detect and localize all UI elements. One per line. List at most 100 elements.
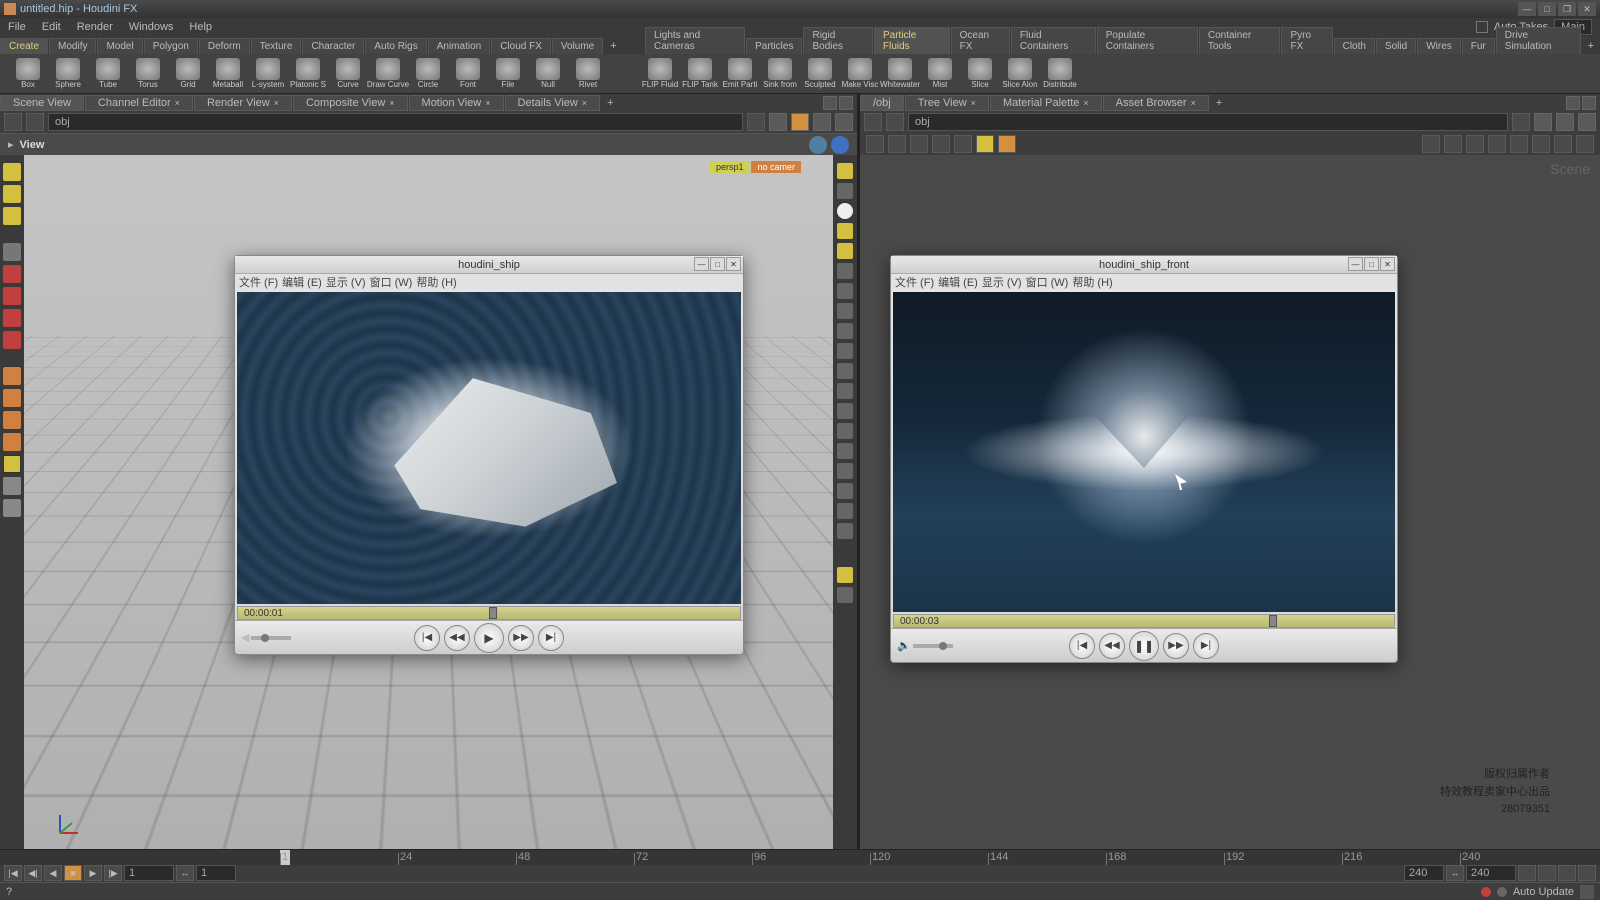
mplay1-play-button[interactable]: ▶ [474, 623, 504, 653]
pane-max-r-icon[interactable] [1582, 96, 1596, 110]
shelf-tool-flip-tank[interactable]: FLIP Tank [682, 57, 718, 91]
rotate-tool-icon[interactable] [3, 287, 21, 305]
frame-end-field[interactable]: 240 [1466, 865, 1516, 881]
handle-tool-icon[interactable] [3, 367, 21, 385]
disp-opt-18-icon[interactable] [837, 503, 853, 519]
menu-windows[interactable]: Windows [121, 21, 182, 33]
realtime-icon[interactable] [1518, 865, 1536, 881]
net-tool-r8-icon[interactable] [1576, 135, 1594, 153]
disp-opt-20-icon[interactable] [837, 567, 853, 583]
shelf-tab-particles[interactable]: Particles [746, 38, 802, 54]
back-icon[interactable] [747, 113, 765, 131]
net-tool-r2-icon[interactable] [1444, 135, 1462, 153]
disp-opt-19-icon[interactable] [837, 523, 853, 539]
net-tool-r3-icon[interactable] [1466, 135, 1484, 153]
shelf-tab-popcont[interactable]: Populate Containers [1097, 27, 1198, 54]
disp-opt-10-icon[interactable] [837, 343, 853, 359]
pin-icon[interactable] [4, 113, 22, 131]
select-tool-icon[interactable] [3, 163, 21, 181]
brush-tool-icon[interactable] [3, 207, 21, 225]
right-tab-add[interactable]: + [1210, 97, 1228, 109]
shelf-tab-fur[interactable]: Fur [1462, 38, 1495, 54]
range-lock-icon[interactable]: ↔ [176, 865, 194, 881]
restore-button[interactable]: ❐ [1558, 2, 1576, 16]
home-icon[interactable] [26, 113, 44, 131]
mplay1-menu-edit[interactable]: 编辑 (E) [282, 274, 322, 290]
shelf-tab-cloth[interactable]: Cloth [1334, 38, 1375, 54]
pose-tool-icon[interactable] [3, 331, 21, 349]
scene-viewport[interactable]: persp1 no camer houdini_ship — □ ✕ [24, 155, 833, 849]
net-tool-2-icon[interactable] [888, 135, 906, 153]
net-tool-r1-icon[interactable] [1422, 135, 1440, 153]
shelf-tool-l-system[interactable]: L-system [250, 57, 286, 91]
shelf-tool-slice-alon[interactable]: Slice Alon [1002, 57, 1038, 91]
menu-edit[interactable]: Edit [34, 21, 69, 33]
mplay1-max-button[interactable]: □ [710, 257, 725, 271]
key-icon[interactable] [1558, 865, 1576, 881]
nav-icon-1[interactable] [769, 113, 787, 131]
mplay1-prev-button[interactable]: ◀◀ [444, 625, 470, 651]
shelf-tab-wires[interactable]: Wires [1417, 38, 1461, 54]
menu-render[interactable]: Render [69, 21, 121, 33]
disp-opt-3-icon[interactable] [837, 203, 853, 219]
shelf-tab-pyrofx[interactable]: Pyro FX [1281, 27, 1332, 54]
snap-icon[interactable] [809, 136, 827, 154]
tab-render-view[interactable]: Render View× [194, 95, 292, 111]
range-start[interactable]: 1 [196, 865, 236, 881]
mplay-window-1[interactable]: houdini_ship — □ ✕ 文件 (F) 编辑 (E) 显示 (V) … [234, 255, 744, 655]
shelf-tab-deform[interactable]: Deform [199, 38, 250, 54]
help-icon[interactable] [831, 136, 849, 154]
shelf-tab-conttools[interactable]: Container Tools [1199, 27, 1281, 54]
shelf-tab-solid[interactable]: Solid [1376, 38, 1416, 54]
net-tool-r5-icon[interactable] [1510, 135, 1528, 153]
pin-r-icon[interactable] [864, 113, 882, 131]
tab-obj[interactable]: /obj [860, 95, 904, 111]
mplay1-menu-window[interactable]: 窗口 (W) [370, 274, 413, 290]
net-tool-r4-icon[interactable] [1488, 135, 1506, 153]
disp-opt-16-icon[interactable] [837, 463, 853, 479]
scale-tool-icon[interactable] [3, 309, 21, 327]
net-tool-6-icon[interactable] [976, 135, 994, 153]
disp-opt-7-icon[interactable] [837, 283, 853, 299]
mplay2-speaker-icon[interactable]: 🔈 [897, 639, 911, 652]
auto-update-menu[interactable]: Auto Update [1513, 886, 1574, 898]
shelf-tool-mist[interactable]: Mist [922, 57, 958, 91]
shelf-tool-distribute[interactable]: Distribute [1042, 57, 1078, 91]
play-stop-button[interactable]: ■ [64, 865, 82, 881]
view-arrow-icon[interactable]: ▸ [8, 138, 14, 151]
mplay1-close-button[interactable]: ✕ [726, 257, 741, 271]
shelf-tool-curve[interactable]: Curve [330, 57, 366, 91]
play-prevkey-button[interactable]: ◀| [24, 865, 42, 881]
disp-opt-13-icon[interactable] [837, 403, 853, 419]
peak-tool-icon[interactable] [3, 433, 21, 451]
path-field-left[interactable]: obj [48, 113, 743, 131]
range-lock2-icon[interactable]: ↔ [1446, 865, 1464, 881]
left-tab-add[interactable]: + [601, 97, 619, 109]
mplay1-titlebar[interactable]: houdini_ship — □ ✕ [235, 256, 743, 274]
net-tool-3-icon[interactable] [910, 135, 928, 153]
shelf-tab-lights[interactable]: Lights and Cameras [645, 27, 745, 54]
mplay2-video-area[interactable] [893, 292, 1395, 612]
mplay1-menu-help[interactable]: 帮助 (H) [416, 274, 456, 290]
disp-opt-6-icon[interactable] [837, 263, 853, 279]
close-button[interactable]: ✕ [1578, 2, 1596, 16]
shelf-tab-modify[interactable]: Modify [49, 38, 96, 54]
pane-opt-icon[interactable] [823, 96, 837, 110]
mplay1-video-area[interactable] [237, 292, 741, 604]
mplay2-prev-button[interactable]: ◀◀ [1099, 633, 1125, 659]
shelf-tool-make-visc[interactable]: Make Visc [842, 57, 878, 91]
net-tool-4-icon[interactable] [932, 135, 950, 153]
mplay2-titlebar[interactable]: houdini_ship_front — □ ✕ [891, 256, 1397, 274]
mplay1-min-button[interactable]: — [694, 257, 709, 271]
nav-r-3-icon[interactable] [1578, 113, 1596, 131]
shelf-tool-box[interactable]: Box [10, 57, 46, 91]
shelf-tool-font[interactable]: Font [450, 57, 486, 91]
move-tool-icon[interactable] [3, 265, 21, 283]
disp-opt-17-icon[interactable] [837, 483, 853, 499]
disp-opt-11-icon[interactable] [837, 363, 853, 379]
disp-opt-21-icon[interactable] [837, 587, 853, 603]
shelf-tool-grid[interactable]: Grid [170, 57, 206, 91]
shelf-tab-autorigs[interactable]: Auto Rigs [365, 38, 426, 54]
nav-icon-2[interactable] [791, 113, 809, 131]
mplay2-first-button[interactable]: |◀ [1069, 633, 1095, 659]
